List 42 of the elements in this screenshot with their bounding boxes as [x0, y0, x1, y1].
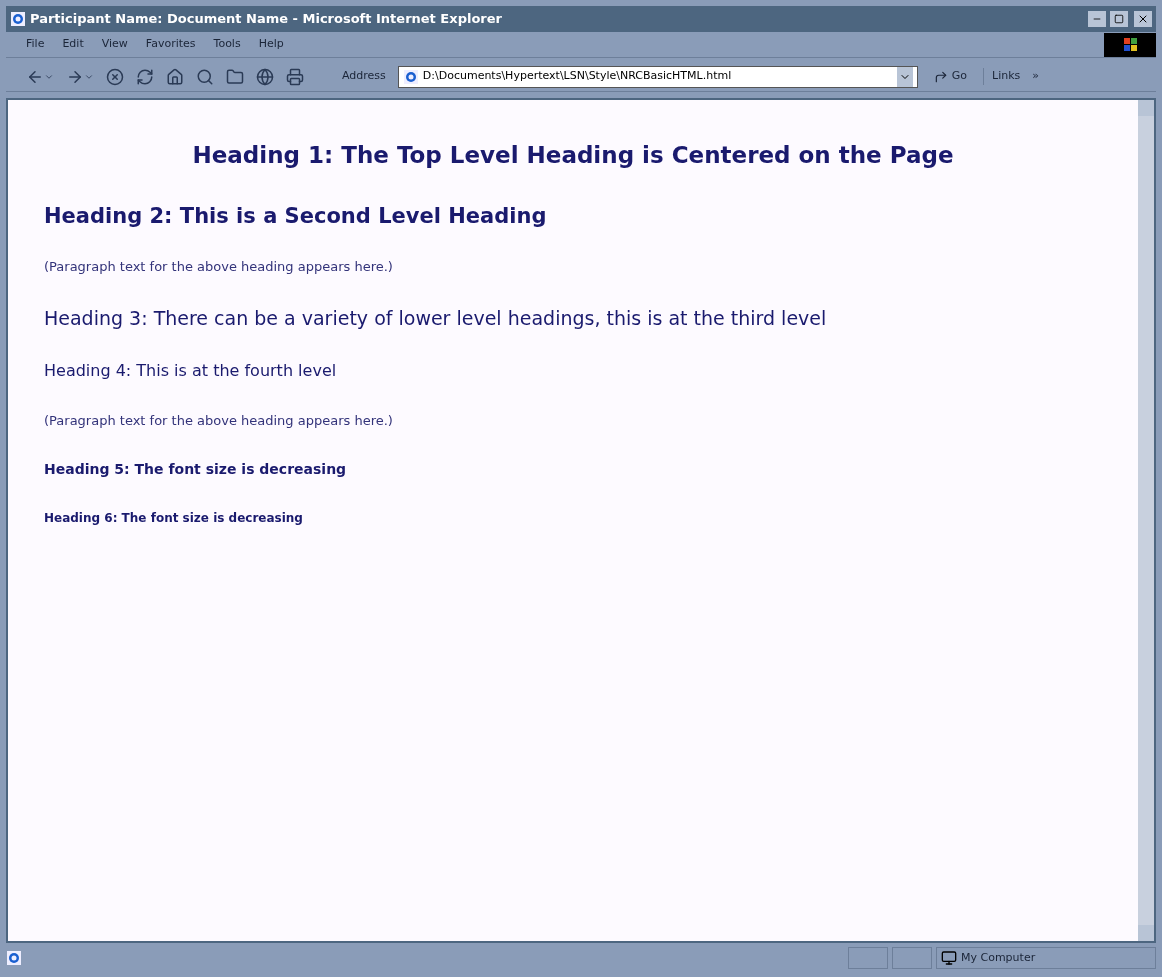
menu-item[interactable]: Help — [258, 36, 284, 53]
heading: Heading 4: This is at the fourth level — [44, 360, 338, 382]
scrollbar[interactable] — [1138, 100, 1154, 941]
menu-item[interactable]: Edit — [62, 36, 84, 53]
paragraph: (Paragraph text for the above heading appears here.) — [44, 258, 394, 276]
print-button[interactable] — [286, 67, 304, 86]
links-label[interactable]: Links — [983, 68, 1021, 85]
close-icon — [1137, 13, 1149, 25]
folder-button[interactable] — [226, 67, 244, 86]
close-button[interactable] — [1134, 11, 1152, 27]
page-icon — [6, 950, 22, 966]
zone-label: My Computer — [961, 949, 1036, 966]
heading: Heading 2: This is a Second Level Heading — [44, 203, 548, 230]
heading: Heading 6: The font size is decreasing — [44, 510, 304, 526]
window-title: Participant Name: Document Name - Microsoft Internet Explorer — [30, 10, 503, 29]
windows-logo-icon — [1104, 32, 1156, 57]
heading: Heading 5: The font size is decreasing — [44, 460, 348, 478]
home-button[interactable] — [166, 67, 184, 86]
go-button[interactable]: Go — [929, 68, 972, 85]
stop-button[interactable] — [106, 67, 124, 86]
address-label: Address — [342, 68, 386, 85]
minimize-button[interactable] — [1088, 11, 1106, 27]
menu-item[interactable]: File — [26, 36, 45, 53]
status-pane — [848, 947, 888, 969]
page-icon — [402, 68, 419, 85]
computer-icon — [941, 950, 957, 966]
heading: Heading 1: The Top Level Heading is Centered on the Page — [191, 141, 955, 170]
menu-item[interactable]: View — [101, 36, 128, 53]
address-field[interactable]: D:\Documents\Hypertext\LSN\Style\NRCBasicHTML.html — [397, 65, 918, 88]
heading: Heading 3: There can be a variety of lower level headings, this is at the third level — [44, 306, 828, 330]
browser-icon — [10, 11, 26, 27]
go-arrow-icon — [933, 69, 948, 84]
more-links[interactable]: » — [1032, 68, 1040, 85]
maximize-button[interactable] — [1110, 11, 1128, 27]
search-button[interactable] — [196, 67, 214, 86]
refresh-button[interactable] — [136, 67, 154, 86]
menu-item[interactable]: Favorites — [145, 36, 196, 53]
dropdown-icon[interactable] — [896, 66, 913, 87]
globe-button[interactable] — [256, 67, 274, 86]
menu-item[interactable]: Tools — [213, 36, 241, 53]
status-pane — [892, 947, 932, 969]
paragraph: (Paragraph text for the above heading appears here.) — [44, 412, 394, 430]
